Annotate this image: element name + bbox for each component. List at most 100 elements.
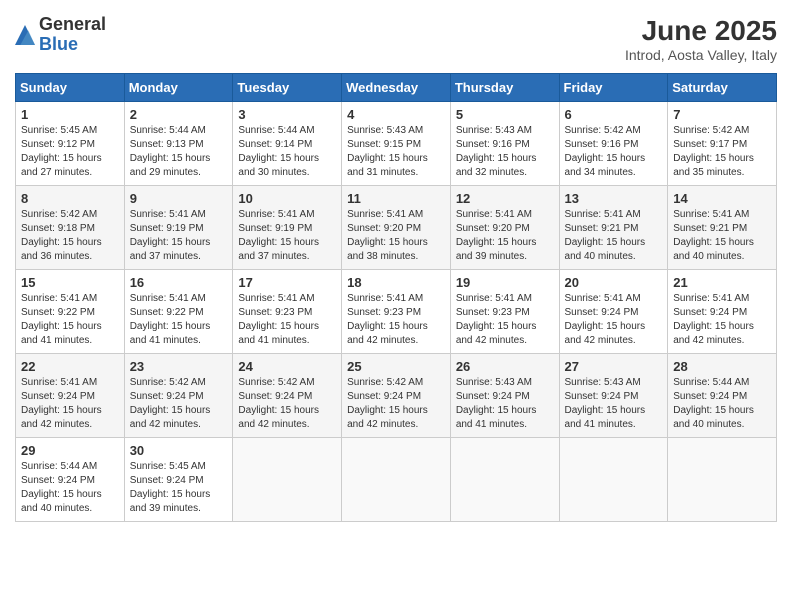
day-info: Sunrise: 5:41 AM Sunset: 9:22 PM Dayligh… <box>130 292 228 348</box>
sunset-label: Sunset: 9:24 PM <box>565 391 639 402</box>
sunset-label: Sunset: 9:12 PM <box>21 139 95 150</box>
location-title: Introd, Aosta Valley, Italy <box>625 47 777 63</box>
day-number: 7 <box>673 107 771 122</box>
sunrise-label: Sunrise: 5:41 AM <box>130 293 206 304</box>
sunset-label: Sunset: 9:17 PM <box>673 139 747 150</box>
daylight-label: Daylight: 15 hours and 37 minutes. <box>130 237 211 262</box>
day-number: 11 <box>347 191 445 206</box>
daylight-label: Daylight: 15 hours and 34 minutes. <box>565 153 646 178</box>
daylight-label: Daylight: 15 hours and 40 minutes. <box>565 237 646 262</box>
sunrise-label: Sunrise: 5:45 AM <box>21 125 97 136</box>
sunset-label: Sunset: 9:19 PM <box>238 223 312 234</box>
day-cell-26: 26 Sunrise: 5:43 AM Sunset: 9:24 PM Dayl… <box>450 354 559 438</box>
day-cell-12: 12 Sunrise: 5:41 AM Sunset: 9:20 PM Dayl… <box>450 186 559 270</box>
day-info: Sunrise: 5:41 AM Sunset: 9:23 PM Dayligh… <box>347 292 445 348</box>
sunset-label: Sunset: 9:22 PM <box>130 307 204 318</box>
header: General Blue June 2025 Introd, Aosta Val… <box>15 15 777 63</box>
empty-day-cell <box>559 438 668 522</box>
daylight-label: Daylight: 15 hours and 32 minutes. <box>456 153 537 178</box>
day-info: Sunrise: 5:43 AM Sunset: 9:24 PM Dayligh… <box>456 376 554 432</box>
daylight-label: Daylight: 15 hours and 29 minutes. <box>130 153 211 178</box>
daylight-label: Daylight: 15 hours and 31 minutes. <box>347 153 428 178</box>
daylight-label: Daylight: 15 hours and 27 minutes. <box>21 153 102 178</box>
day-cell-13: 13 Sunrise: 5:41 AM Sunset: 9:21 PM Dayl… <box>559 186 668 270</box>
sunrise-label: Sunrise: 5:41 AM <box>456 209 532 220</box>
daylight-label: Daylight: 15 hours and 41 minutes. <box>21 321 102 346</box>
day-number: 23 <box>130 359 228 374</box>
empty-day-cell <box>233 438 342 522</box>
day-info: Sunrise: 5:42 AM Sunset: 9:24 PM Dayligh… <box>130 376 228 432</box>
day-cell-8: 8 Sunrise: 5:42 AM Sunset: 9:18 PM Dayli… <box>16 186 125 270</box>
sunset-label: Sunset: 9:24 PM <box>238 391 312 402</box>
day-cell-29: 29 Sunrise: 5:44 AM Sunset: 9:24 PM Dayl… <box>16 438 125 522</box>
sunrise-label: Sunrise: 5:42 AM <box>130 377 206 388</box>
day-number: 29 <box>21 443 119 458</box>
day-cell-21: 21 Sunrise: 5:41 AM Sunset: 9:24 PM Dayl… <box>668 270 777 354</box>
day-cell-10: 10 Sunrise: 5:41 AM Sunset: 9:19 PM Dayl… <box>233 186 342 270</box>
day-info: Sunrise: 5:41 AM Sunset: 9:20 PM Dayligh… <box>347 208 445 264</box>
sunset-label: Sunset: 9:16 PM <box>565 139 639 150</box>
sunset-label: Sunset: 9:20 PM <box>456 223 530 234</box>
day-number: 4 <box>347 107 445 122</box>
daylight-label: Daylight: 15 hours and 41 minutes. <box>565 405 646 430</box>
day-info: Sunrise: 5:41 AM Sunset: 9:24 PM Dayligh… <box>565 292 663 348</box>
sunset-label: Sunset: 9:18 PM <box>21 223 95 234</box>
daylight-label: Daylight: 15 hours and 42 minutes. <box>347 405 428 430</box>
logo-blue: Blue <box>39 35 106 55</box>
daylight-label: Daylight: 15 hours and 30 minutes. <box>238 153 319 178</box>
calendar: SundayMondayTuesdayWednesdayThursdayFrid… <box>15 73 777 522</box>
sunset-label: Sunset: 9:24 PM <box>673 391 747 402</box>
daylight-label: Daylight: 15 hours and 41 minutes. <box>238 321 319 346</box>
sunset-label: Sunset: 9:23 PM <box>347 307 421 318</box>
day-number: 26 <box>456 359 554 374</box>
sunrise-label: Sunrise: 5:43 AM <box>565 377 641 388</box>
day-number: 8 <box>21 191 119 206</box>
sunset-label: Sunset: 9:24 PM <box>565 307 639 318</box>
day-info: Sunrise: 5:41 AM Sunset: 9:21 PM Dayligh… <box>565 208 663 264</box>
day-number: 18 <box>347 275 445 290</box>
sunrise-label: Sunrise: 5:41 AM <box>673 293 749 304</box>
sunrise-label: Sunrise: 5:41 AM <box>21 377 97 388</box>
day-cell-11: 11 Sunrise: 5:41 AM Sunset: 9:20 PM Dayl… <box>342 186 451 270</box>
day-info: Sunrise: 5:45 AM Sunset: 9:24 PM Dayligh… <box>130 460 228 516</box>
daylight-label: Daylight: 15 hours and 42 minutes. <box>238 405 319 430</box>
daylight-label: Daylight: 15 hours and 40 minutes. <box>673 405 754 430</box>
day-number: 10 <box>238 191 336 206</box>
month-title: June 2025 <box>625 15 777 47</box>
day-number: 19 <box>456 275 554 290</box>
day-header-thursday: Thursday <box>450 74 559 102</box>
day-number: 24 <box>238 359 336 374</box>
day-info: Sunrise: 5:44 AM Sunset: 9:24 PM Dayligh… <box>673 376 771 432</box>
day-cell-5: 5 Sunrise: 5:43 AM Sunset: 9:16 PM Dayli… <box>450 102 559 186</box>
day-cell-3: 3 Sunrise: 5:44 AM Sunset: 9:14 PM Dayli… <box>233 102 342 186</box>
sunset-label: Sunset: 9:16 PM <box>456 139 530 150</box>
sunrise-label: Sunrise: 5:45 AM <box>130 461 206 472</box>
sunrise-label: Sunrise: 5:42 AM <box>238 377 314 388</box>
daylight-label: Daylight: 15 hours and 40 minutes. <box>21 489 102 514</box>
sunrise-label: Sunrise: 5:44 AM <box>21 461 97 472</box>
sunset-label: Sunset: 9:20 PM <box>347 223 421 234</box>
day-cell-20: 20 Sunrise: 5:41 AM Sunset: 9:24 PM Dayl… <box>559 270 668 354</box>
sunrise-label: Sunrise: 5:44 AM <box>130 125 206 136</box>
day-cell-25: 25 Sunrise: 5:42 AM Sunset: 9:24 PM Dayl… <box>342 354 451 438</box>
sunrise-label: Sunrise: 5:42 AM <box>21 209 97 220</box>
daylight-label: Daylight: 15 hours and 42 minutes. <box>456 321 537 346</box>
sunset-label: Sunset: 9:24 PM <box>21 475 95 486</box>
daylight-label: Daylight: 15 hours and 42 minutes. <box>130 405 211 430</box>
sunset-label: Sunset: 9:24 PM <box>21 391 95 402</box>
sunrise-label: Sunrise: 5:41 AM <box>238 209 314 220</box>
day-number: 1 <box>21 107 119 122</box>
sunset-label: Sunset: 9:21 PM <box>565 223 639 234</box>
sunset-label: Sunset: 9:24 PM <box>130 475 204 486</box>
day-cell-27: 27 Sunrise: 5:43 AM Sunset: 9:24 PM Dayl… <box>559 354 668 438</box>
sunset-label: Sunset: 9:23 PM <box>456 307 530 318</box>
day-header-monday: Monday <box>124 74 233 102</box>
title-area: June 2025 Introd, Aosta Valley, Italy <box>625 15 777 63</box>
logo-text: General Blue <box>39 15 106 55</box>
daylight-label: Daylight: 15 hours and 41 minutes. <box>130 321 211 346</box>
daylight-label: Daylight: 15 hours and 38 minutes. <box>347 237 428 262</box>
sunrise-label: Sunrise: 5:41 AM <box>565 293 641 304</box>
day-cell-24: 24 Sunrise: 5:42 AM Sunset: 9:24 PM Dayl… <box>233 354 342 438</box>
sunset-label: Sunset: 9:15 PM <box>347 139 421 150</box>
sunset-label: Sunset: 9:21 PM <box>673 223 747 234</box>
